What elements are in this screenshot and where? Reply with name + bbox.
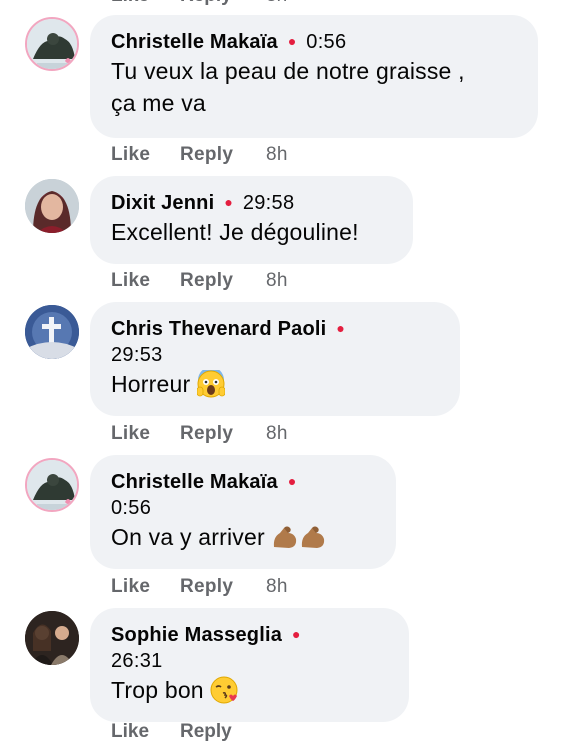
- comment-author[interactable]: Christelle Makaïa: [111, 471, 278, 493]
- comment-bubble: Christelle Makaïa ● 0:56 On va y arriver: [90, 455, 396, 569]
- comment-timestamp[interactable]: 0:56: [306, 31, 346, 53]
- comment-text-line: Tu veux la peau de notre graisse ,: [111, 58, 465, 84]
- separator-dot-icon: ●: [292, 626, 301, 642]
- comment-age: 8h: [266, 0, 287, 6]
- comment-timestamp[interactable]: 0:56: [111, 495, 376, 521]
- comment-text-line: ça me va: [111, 90, 206, 116]
- comment-age: 8h: [266, 144, 288, 165]
- separator-dot-icon: ●: [224, 194, 233, 210]
- comment-bubble: Sophie Masseglia ● 26:31 Trop bon: [90, 608, 409, 722]
- avatar[interactable]: [25, 305, 79, 359]
- avatar-photo-icon: [27, 460, 77, 510]
- comment-author[interactable]: Chris Thevenard Paoli: [111, 318, 326, 340]
- comment-bubble: Dixit Jenni ● 29:58 Excellent! Je dégoulin…: [90, 176, 413, 264]
- avatar[interactable]: [25, 458, 79, 512]
- comment-author[interactable]: Sophie Masseglia: [111, 624, 282, 646]
- face-screaming-in-fear-icon: [196, 367, 226, 406]
- face-blowing-kiss-icon: [210, 676, 238, 712]
- comment-text-line: Horreur: [111, 371, 191, 397]
- like-link[interactable]: Like: [111, 142, 150, 168]
- flexed-biceps-icon: [271, 523, 329, 559]
- separator-dot-icon: ●: [287, 473, 297, 489]
- comment-timestamp[interactable]: 29:53: [111, 342, 440, 368]
- reply-link[interactable]: Reply: [180, 142, 233, 168]
- avatar-photo-icon: [27, 19, 77, 69]
- comment-text-line: On va y arriver: [111, 524, 265, 550]
- like-link[interactable]: Like: [111, 268, 150, 294]
- like-link[interactable]: Like: [111, 574, 150, 600]
- like-link[interactable]: Like: [111, 421, 150, 447]
- comment-timestamp[interactable]: 29:58: [243, 192, 295, 214]
- reply-link[interactable]: Reply: [180, 268, 233, 294]
- comment-author[interactable]: Dixit Jenni: [111, 192, 214, 214]
- separator-dot-icon: ●: [287, 33, 297, 49]
- like-link[interactable]: Like: [111, 0, 149, 6]
- avatar-photo-icon: [25, 179, 79, 233]
- comment-timestamp[interactable]: 26:31: [111, 648, 389, 674]
- reply-link[interactable]: Reply: [180, 0, 232, 6]
- comment-age: 8h: [266, 270, 288, 291]
- avatar[interactable]: [25, 179, 79, 233]
- comment-age: 8h: [266, 576, 288, 597]
- comment-bubble: Chris Thevenard Paoli ● 29:53 Horreur: [90, 302, 460, 416]
- like-link[interactable]: Like: [111, 722, 149, 742]
- avatar-photo-icon: [25, 611, 79, 665]
- reply-link[interactable]: Reply: [180, 421, 233, 447]
- avatar[interactable]: [25, 611, 79, 665]
- avatar-cross-icon: [25, 305, 79, 359]
- reply-link[interactable]: Reply: [180, 722, 232, 742]
- comment-bubble: Christelle Makaïa ● 0:56 Tu veux la peau d…: [90, 15, 538, 138]
- comment-age: 8h: [266, 423, 288, 444]
- separator-dot-icon: ●: [336, 320, 345, 336]
- reply-link[interactable]: Reply: [180, 574, 233, 600]
- comment-text-line: Excellent! Je dégouline!: [111, 219, 359, 245]
- avatar[interactable]: [25, 17, 79, 71]
- comment-author[interactable]: Christelle Makaïa: [111, 31, 278, 53]
- comment-text-line: Trop bon: [111, 677, 204, 703]
